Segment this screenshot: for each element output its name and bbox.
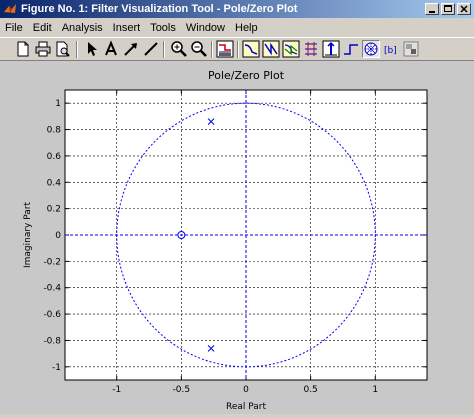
- toolbar-separator: [237, 41, 239, 58]
- print-preview-icon: [56, 41, 70, 57]
- toolbar-separator: [163, 41, 165, 58]
- pole-zero-button[interactable]: [362, 40, 380, 58]
- y-tick-label: 0.4: [47, 178, 62, 188]
- mag-phase-icon: [282, 40, 300, 58]
- menu-help[interactable]: Help: [230, 22, 263, 34]
- chart-title: Pole/Zero Plot: [208, 69, 285, 82]
- zoom-out-button[interactable]: [190, 40, 208, 58]
- pointer-icon: [88, 42, 97, 56]
- impulse-response-icon: [322, 40, 340, 58]
- magnitude-response-button[interactable]: [242, 40, 260, 58]
- insert-line-button[interactable]: [142, 40, 160, 58]
- x-tick-label: -1: [112, 385, 121, 395]
- group-delay-icon: [305, 42, 317, 56]
- y-tick-label: -1: [52, 363, 61, 373]
- y-tick-label: 1: [55, 99, 61, 109]
- filter-info-icon: [403, 41, 419, 57]
- menu-file[interactable]: File: [0, 22, 28, 34]
- magnitude-response-icon: [242, 40, 260, 58]
- x-axis-label: Real Part: [226, 402, 267, 412]
- filter-info-button[interactable]: [402, 40, 420, 58]
- x-tick-label: -0.5: [173, 385, 191, 395]
- phase-response-button[interactable]: [262, 40, 280, 58]
- y-axis-label: Imaginary Part: [23, 202, 33, 268]
- y-tick-label: 0.6: [47, 152, 62, 162]
- x-tick-label: 1: [372, 385, 378, 395]
- line-icon: [144, 42, 158, 56]
- impulse-response-button[interactable]: [322, 40, 340, 58]
- step-response-icon: [344, 44, 358, 55]
- title-bar: Figure No. 1: Filter Visualization Tool …: [0, 0, 474, 18]
- y-tick-label: 0: [55, 231, 61, 241]
- zoom-out-icon: [191, 41, 207, 57]
- pole-zero-icon: [364, 42, 378, 56]
- filter-specs-button[interactable]: [216, 40, 234, 58]
- insert-arrow-button[interactable]: [122, 40, 140, 58]
- menu-window[interactable]: Window: [181, 22, 230, 34]
- y-tick-label: 0.8: [47, 126, 62, 136]
- menu-tools[interactable]: Tools: [145, 22, 181, 34]
- filter-coefficients-button[interactable]: [b]: [382, 40, 400, 58]
- menu-edit[interactable]: Edit: [28, 22, 57, 34]
- figure-canvas: Pole/Zero Plot -1 -0.5 0 0.5 1 -1 -0.8 -0.6 -0.4…: [0, 61, 474, 414]
- menu-insert[interactable]: Insert: [108, 22, 146, 34]
- y-tick-label: -0.2: [43, 257, 61, 267]
- zoom-in-icon: [171, 41, 187, 57]
- maximize-icon: [444, 5, 452, 12]
- toolbar-separator: [211, 41, 213, 58]
- new-file-icon: [17, 41, 29, 57]
- maximize-button[interactable]: [441, 3, 455, 15]
- minimize-button[interactable]: [425, 3, 439, 15]
- toolbar: [b]: [0, 37, 474, 61]
- svg-text:[b]: [b]: [384, 46, 397, 56]
- x-tick-label: 0: [243, 385, 249, 395]
- close-button[interactable]: [457, 3, 471, 15]
- pointer-button[interactable]: [82, 40, 100, 58]
- close-icon: [460, 5, 468, 13]
- arrow-icon: [124, 43, 137, 56]
- mag-phase-button[interactable]: [282, 40, 300, 58]
- y-tick-label: -0.6: [43, 310, 61, 320]
- new-file-button[interactable]: [14, 40, 32, 58]
- print-preview-button[interactable]: [54, 40, 72, 58]
- group-delay-button[interactable]: [302, 40, 320, 58]
- window-title: Figure No. 1: Filter Visualization Tool …: [21, 3, 298, 15]
- pole-zero-plot: Pole/Zero Plot -1 -0.5 0 0.5 1 -1 -0.8 -0.6 -0.4…: [23, 69, 428, 412]
- insert-text-button[interactable]: [102, 40, 120, 58]
- y-tick-label: -0.8: [43, 336, 61, 346]
- y-tick-label: 0.2: [47, 205, 61, 215]
- filter-coefficients-icon: [b]: [384, 46, 397, 56]
- minimize-icon: [429, 11, 435, 13]
- step-response-button[interactable]: [342, 40, 360, 58]
- print-button[interactable]: [34, 40, 52, 58]
- toolbar-separator: [76, 41, 78, 58]
- phase-response-icon: [262, 40, 280, 58]
- filter-specs-icon: [216, 40, 234, 58]
- x-tick-label: 0.5: [303, 385, 317, 395]
- print-icon: [35, 41, 51, 57]
- y-tick-label: -0.4: [43, 284, 61, 294]
- matlab-logo-icon: [4, 4, 16, 13]
- menu-bar: File Edit Analysis Insert Tools Window H…: [0, 18, 474, 37]
- zoom-in-button[interactable]: [170, 40, 188, 58]
- menu-analysis[interactable]: Analysis: [57, 22, 108, 34]
- text-icon: [105, 40, 117, 56]
